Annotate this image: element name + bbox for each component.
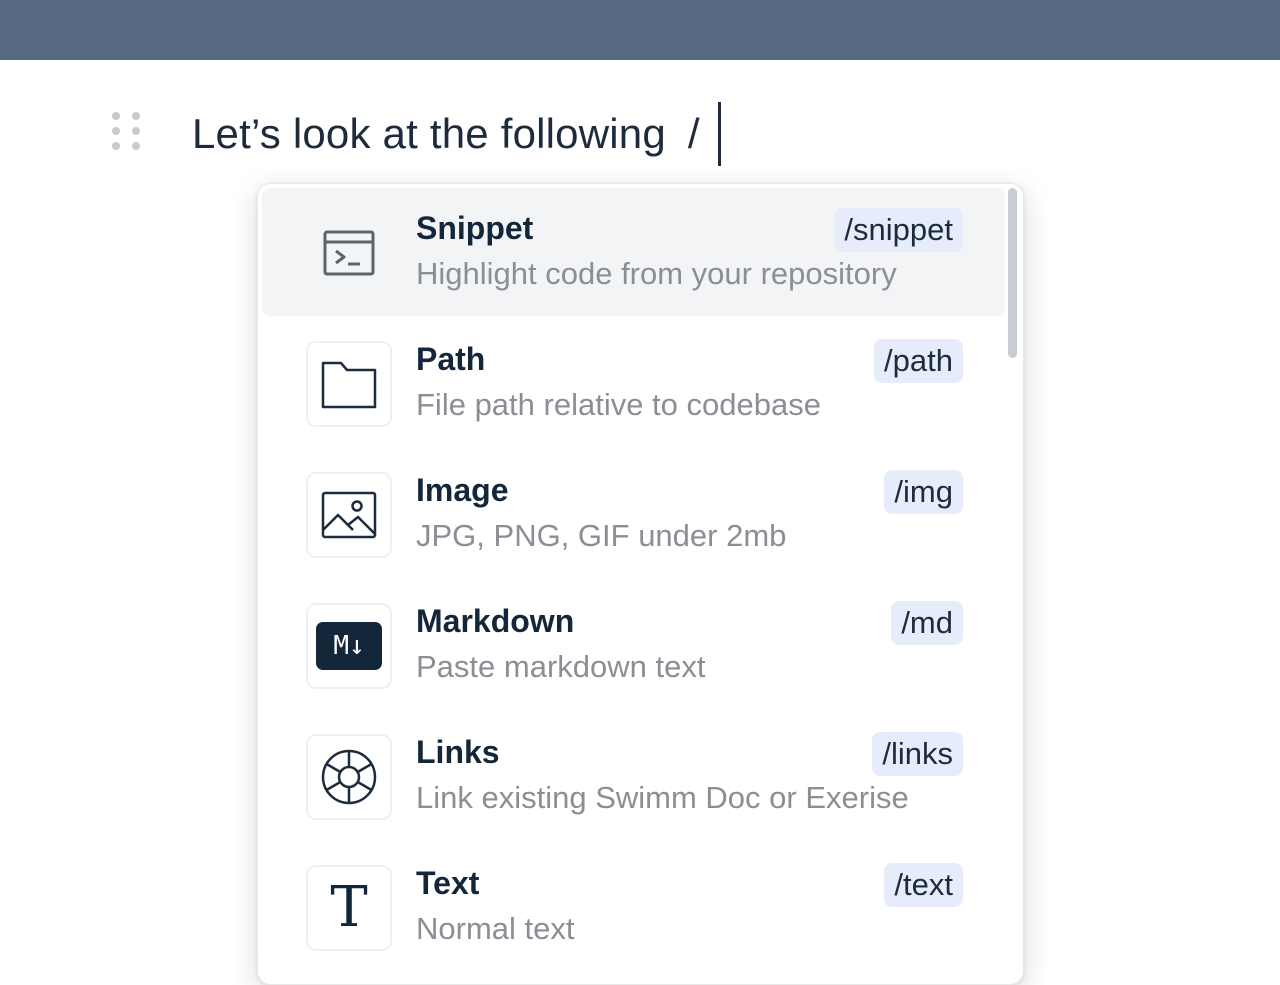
editor-text: Let’s look at the following (192, 110, 666, 157)
editor-line[interactable]: Let’s look at the following / (192, 102, 721, 166)
drag-handle-icon[interactable] (110, 110, 142, 154)
text-icon-glyph: T (330, 875, 368, 940)
markdown-icon-label: M↓ (333, 631, 365, 661)
menu-item-title: Snippet (416, 210, 534, 246)
menu-item-text[interactable]: T Text /text Normal text (262, 843, 1005, 971)
command-badge: /links (872, 732, 963, 776)
command-badge: /md (891, 601, 963, 645)
menu-item-links[interactable]: Links /links Link existing Swimm Doc or … (262, 712, 1005, 840)
menu-item-snippet[interactable]: Snippet /snippet Highlight code from you… (262, 188, 1005, 316)
menu-item-title: Path (416, 341, 486, 377)
menu-item-path[interactable]: Path /path File path relative to codebas… (262, 319, 1005, 447)
menu-item-description: Link existing Swimm Doc or Exerise (416, 780, 909, 815)
text-caret (717, 102, 721, 166)
menu-item-description: Normal text (416, 911, 575, 946)
menu-scrollbar[interactable] (1008, 188, 1017, 358)
menu-item-markdown[interactable]: M↓ Markdown /md Paste markdown text (262, 581, 1005, 709)
command-badge: /path (874, 339, 963, 383)
image-icon (306, 472, 392, 558)
markdown-icon: M↓ (306, 603, 392, 689)
lifebuoy-icon (306, 734, 392, 820)
slash-trigger: / (687, 110, 700, 157)
menu-item-description: JPG, PNG, GIF under 2mb (416, 518, 787, 553)
menu-item-title: Text (416, 865, 480, 901)
menu-item-description: File path relative to codebase (416, 387, 821, 422)
command-badge: /text (884, 863, 963, 907)
command-badge: /img (884, 470, 963, 514)
text-icon: T (306, 865, 392, 951)
top-bar (0, 0, 1280, 60)
folder-icon (306, 341, 392, 427)
terminal-icon (306, 210, 392, 296)
command-badge: /snippet (834, 208, 963, 252)
menu-item-title: Markdown (416, 603, 575, 639)
menu-item-image[interactable]: Image /img JPG, PNG, GIF under 2mb (262, 450, 1005, 578)
menu-item-title: Image (416, 472, 509, 508)
menu-item-description: Paste markdown text (416, 649, 706, 684)
menu-item-title: Links (416, 734, 500, 770)
menu-item-description: Highlight code from your repository (416, 256, 897, 291)
slash-command-menu: Snippet /snippet Highlight code from you… (257, 183, 1024, 985)
